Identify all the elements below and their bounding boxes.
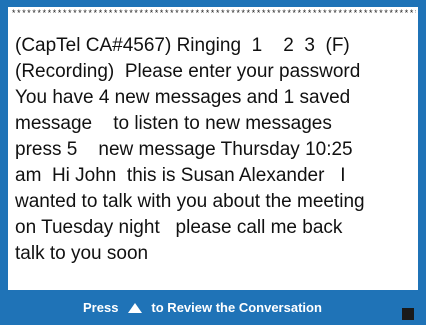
captel-display: ****************************************… (0, 0, 426, 325)
press-label: Press (83, 300, 119, 315)
transcript-panel: ****************************************… (8, 7, 418, 290)
stop-square-icon (402, 308, 414, 320)
up-arrow-icon (128, 302, 143, 313)
conversation-transcript: (CapTel CA#4567) Ringing 1 2 3 (F) (Reco… (15, 35, 365, 264)
review-label: to Review the Conversation (151, 300, 322, 315)
footer-bar: Press to Review the Conversation (0, 290, 426, 325)
separator-line: ****************************************… (11, 9, 416, 19)
review-conversation-hint[interactable]: Press to Review the Conversation (83, 300, 322, 315)
